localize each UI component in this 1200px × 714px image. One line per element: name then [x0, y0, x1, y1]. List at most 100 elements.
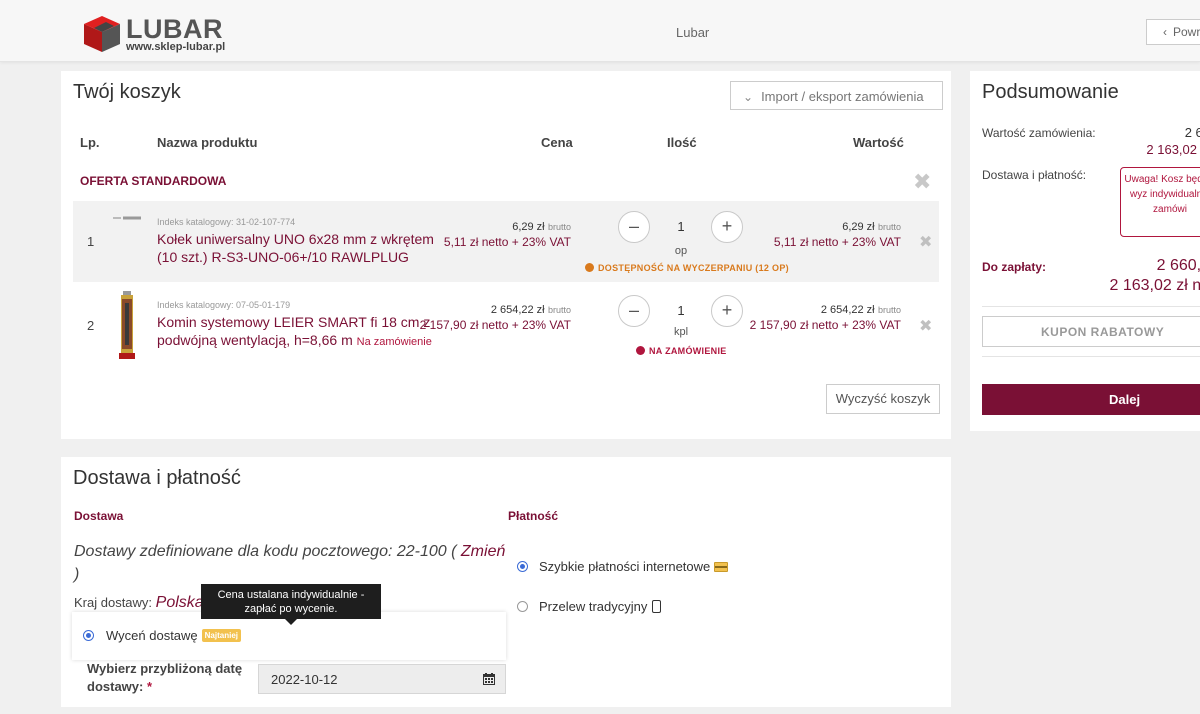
- col-price: Cena: [541, 135, 573, 150]
- coupon-button[interactable]: KUPON RABATOWY: [982, 316, 1200, 347]
- order-value-gross: 2 66: [1184, 125, 1200, 140]
- table-row: 1 Indeks katalogowy: 31-02-107-774 Kołek…: [73, 201, 939, 282]
- order-value-label: Wartość zamówienia:: [982, 126, 1096, 140]
- remove-item-icon[interactable]: ✖: [919, 232, 932, 252]
- qty-decrease-button[interactable]: –: [618, 211, 650, 243]
- col-qty: Ilość: [667, 135, 697, 150]
- product-name-link[interactable]: Komin systemowy LEIER SMART fi 18 cm z p…: [157, 313, 437, 351]
- payment-radio-online[interactable]: [517, 561, 528, 572]
- country-label: Kraj dostawy:: [74, 595, 153, 610]
- qty-value[interactable]: 1: [661, 219, 701, 234]
- delivery-panel: Dostawa i płatność Dostawa Płatność Dost…: [61, 457, 951, 707]
- col-name: Nazwa produktu: [157, 135, 258, 150]
- value-net: 2 157,90 zł netto + 23% VAT: [749, 318, 901, 332]
- payment-option-label: Szybkie płatności internetowe: [539, 559, 711, 574]
- payment-option-transfer[interactable]: Przelew tradycyjny: [539, 599, 662, 614]
- catalog-index: Indeks katalogowy: 31-02-107-774: [157, 217, 296, 227]
- chevron-down-icon: ⌄: [743, 90, 754, 104]
- payment-option-online[interactable]: Szybkie płatności internetowe: [539, 559, 729, 574]
- row-lp: 2: [87, 318, 95, 333]
- cart-title: Twój koszyk: [73, 81, 181, 103]
- col-lp: Lp.: [80, 135, 100, 150]
- cart-panel: Twój koszyk ⌄ Import / eksport zamówienia…: [61, 71, 951, 439]
- availability-status: DOSTĘPNOŚĆ NA WYCZERPANIU (12 OP): [585, 263, 789, 273]
- shipping-option-label-wrap: Wyceń dostawę Najtaniej: [106, 628, 241, 643]
- value-gross-suffix: brutto: [877, 222, 901, 232]
- product-name: Kołek uniwersalny UNO 6x28 mm z wkrętem …: [157, 231, 434, 265]
- warning-box: Uwaga! Kosz będzie wyz indywidualnie zam…: [1120, 167, 1200, 237]
- value-gross: 6,29 zł: [842, 221, 875, 233]
- row-value: 6,29 zł brutto 5,11 zł netto + 23% VAT: [721, 219, 901, 250]
- unit-price: 6,29 zł brutto 5,11 zł netto + 23% VAT: [401, 219, 571, 250]
- shipping-heading: Dostawa: [74, 509, 124, 523]
- product-name-note: Na zamówienie: [356, 336, 432, 348]
- close-circle-icon: [636, 346, 645, 355]
- payment-radio-transfer[interactable]: [517, 601, 528, 612]
- back-label: Powr: [1173, 25, 1200, 39]
- required-marker: *: [146, 679, 153, 694]
- country-row: Kraj dostawy: Polska: [74, 594, 204, 612]
- qty-unit: kpl: [673, 326, 689, 338]
- remove-item-icon[interactable]: ✖: [919, 316, 932, 336]
- availability-text: NA ZAMÓWIENIE: [649, 346, 727, 356]
- postal-close: ): [74, 566, 80, 583]
- divider: [982, 306, 1200, 307]
- qty-value[interactable]: 1: [661, 303, 701, 318]
- offer-label: OFERTA STANDARDOWA: [80, 174, 227, 188]
- price-gross: 6,29 zł: [512, 221, 545, 233]
- row-value: 2 654,22 zł brutto 2 157,90 zł netto + 2…: [721, 302, 901, 333]
- col-value: Wartość: [853, 135, 904, 150]
- date-label-text: Wybierz przybliżoną datę dostawy:: [87, 661, 243, 694]
- price-net: 5,11 zł netto + 23% VAT: [443, 235, 571, 249]
- import-export-button[interactable]: ⌄ Import / eksport zamówienia: [730, 81, 943, 110]
- calendar-icon[interactable]: [483, 673, 495, 685]
- country-value[interactable]: Polska: [156, 594, 204, 611]
- value-gross-suffix: brutto: [877, 305, 901, 315]
- table-row: 2 Indeks katalogowy: 07-05-01-179 Komin …: [73, 285, 939, 366]
- delivery-date-input[interactable]: 2022-10-12: [258, 664, 506, 694]
- cheapest-badge: Najtaniej: [201, 629, 241, 642]
- chevron-left-icon: ‹: [1163, 25, 1167, 39]
- change-postal-link[interactable]: Zmień: [461, 543, 505, 560]
- price-tooltip: Cena ustalana indywidualnie - zapłać po …: [201, 584, 381, 625]
- price-gross-suffix: brutto: [547, 222, 571, 232]
- postal-text: Dostawy zdefiniowane dla kodu pocztowego…: [74, 543, 457, 560]
- value-gross: 2 654,22 zł: [820, 304, 875, 316]
- price-gross: 2 654,22 zł: [490, 304, 545, 316]
- to-pay-label: Do zapłaty:: [982, 260, 1047, 274]
- shipping-option-label: Wyceń dostawę: [106, 628, 198, 643]
- remove-offer-icon[interactable]: ✖: [913, 169, 931, 195]
- shop-name: Lubar: [676, 25, 710, 40]
- product-thumbnail[interactable]: [117, 291, 137, 359]
- product-thumbnail[interactable]: [113, 215, 143, 221]
- import-export-label: Import / eksport zamówienia: [761, 89, 924, 104]
- payment-option-label: Przelew tradycyjny: [539, 599, 648, 614]
- summary-title: Podsumowanie: [982, 81, 1119, 103]
- back-button[interactable]: ‹ Powr: [1146, 19, 1200, 45]
- price-net: 2 157,90 zł netto + 23% VAT: [419, 318, 571, 332]
- half-circle-icon: [585, 263, 594, 272]
- value-net: 5,11 zł netto + 23% VAT: [773, 235, 901, 249]
- delivery-title: Dostawa i płatność: [73, 467, 241, 489]
- date-value: 2022-10-12: [271, 672, 338, 687]
- divider: [982, 356, 1200, 357]
- unit-price: 2 654,22 zł brutto 2 157,90 zł netto + 2…: [401, 302, 571, 333]
- catalog-index: Indeks katalogowy: 07-05-01-179: [157, 300, 291, 310]
- to-pay-gross: 2 660,5: [1156, 257, 1200, 274]
- qty-unit: op: [674, 245, 688, 257]
- document-icon: [652, 600, 662, 613]
- availability-status: NA ZAMÓWIENIE: [636, 346, 727, 356]
- credit-card-icon: [714, 562, 729, 572]
- top-bar: LUBAR www.sklep-lubar.pl Lubar ‹ Powr: [0, 0, 1200, 62]
- shipping-radio[interactable]: [83, 630, 94, 641]
- clear-cart-button[interactable]: Wyczyść koszyk: [826, 384, 940, 414]
- qty-decrease-button[interactable]: –: [618, 295, 650, 327]
- postal-code-info: Dostawy zdefiniowane dla kodu pocztowego…: [74, 540, 514, 586]
- next-button[interactable]: Dalej: [982, 384, 1200, 415]
- logo[interactable]: LUBAR www.sklep-lubar.pl: [80, 12, 240, 56]
- row-lp: 1: [87, 234, 95, 249]
- logo-cube-icon: [84, 16, 120, 52]
- to-pay-net: 2 163,02 zł ne: [1109, 277, 1200, 294]
- delivery-payment-label: Dostawa i płatność:: [982, 168, 1087, 182]
- logo-url: www.sklep-lubar.pl: [126, 41, 226, 53]
